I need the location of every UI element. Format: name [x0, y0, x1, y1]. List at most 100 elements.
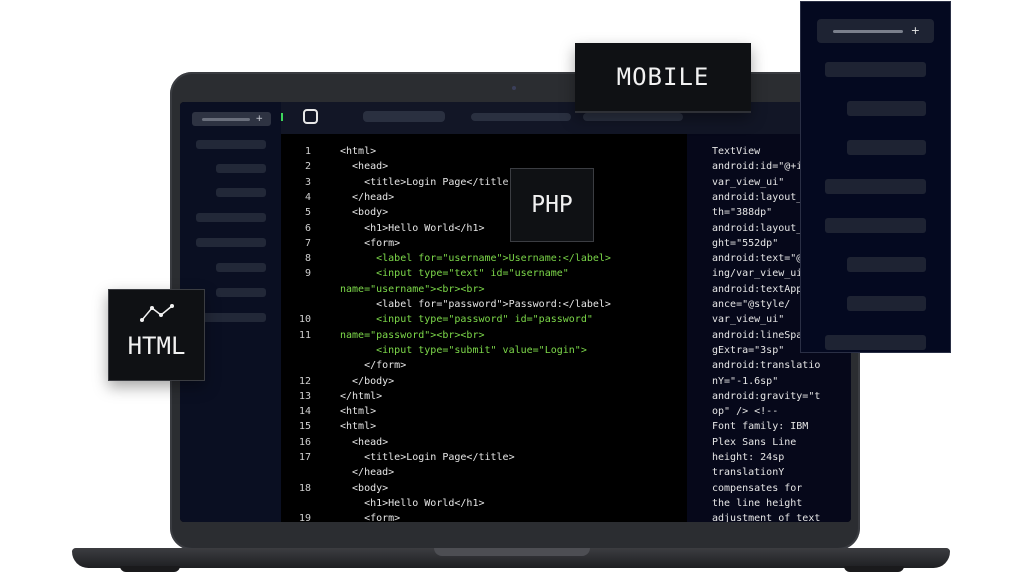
code-line: <input type="text" id="username" — [340, 268, 569, 280]
plus-icon: + — [255, 114, 263, 124]
mobile-item[interactable] — [847, 140, 926, 155]
xml-line: the line height — [712, 497, 803, 509]
code-line: <head> — [340, 436, 389, 448]
plus-icon: + — [910, 24, 920, 37]
code-line: <title>Login Page</title> — [340, 452, 515, 463]
code-line: <label for="password">Password:</label> — [340, 299, 611, 310]
code-line: <html> — [340, 421, 377, 433]
code-line: name="username"><br><br> — [340, 283, 485, 295]
line-number: 1 — [304, 146, 311, 157]
code-line: <body> — [340, 482, 389, 494]
code-line: <input type="submit" value="Login"> — [340, 344, 587, 356]
sidebar-item[interactable] — [196, 238, 266, 247]
line-number: 17 — [298, 452, 311, 463]
line-number: 11 — [298, 329, 311, 341]
mobile-item[interactable] — [847, 296, 926, 311]
laptop-notch — [434, 548, 590, 556]
xml-line: android:id="@+i — [712, 161, 803, 173]
line-number: 9 — [304, 268, 311, 280]
xml-line: gExtra="3sp" — [712, 344, 785, 356]
code-line: <label for="username">Username:</label> — [340, 253, 611, 265]
code-line: <form> — [340, 237, 401, 249]
code-line: </html> — [340, 390, 383, 402]
code-line: </head> — [340, 467, 395, 479]
xml-line: android:text="@ — [712, 253, 803, 265]
toolbar-tab[interactable] — [583, 113, 683, 121]
code-line: </form> — [340, 360, 407, 372]
code-line: <head> — [340, 161, 389, 173]
xml-line: th="388dp" — [712, 207, 773, 219]
code-line: <h1>Hello World</h1> — [340, 497, 485, 509]
line-number: 16 — [298, 436, 311, 448]
toolbar-tab[interactable] — [471, 113, 571, 121]
html-badge-text: HTML — [127, 332, 186, 360]
line-number: 6 — [304, 222, 311, 234]
sidebar-item[interactable] — [196, 313, 266, 322]
xml-line: android:lineSpa — [712, 329, 803, 341]
mobile-item[interactable] — [825, 179, 926, 194]
xml-line: var_view_ui" — [712, 314, 785, 326]
xml-line: android:layout_ — [712, 222, 803, 234]
code-line: <title>Login Page</title — [340, 176, 509, 188]
line-number: 18 — [298, 482, 311, 494]
xml-line: android:textApp — [712, 283, 803, 295]
code-line: <h1>Hello World</h1> — [340, 222, 485, 234]
code-line: <html> — [340, 146, 377, 157]
sidebar-item[interactable] — [216, 288, 266, 297]
xml-line: ing/var_view_ui — [712, 268, 803, 280]
square-icon[interactable] — [303, 109, 318, 124]
mobile-new-button-placeholder — [833, 30, 903, 33]
mobile-sidebar-panel: + — [801, 2, 950, 352]
mobile-item[interactable] — [825, 218, 926, 233]
xml-line: ance="@style/ — [712, 299, 791, 310]
code-editor[interactable]: 1 <html> 2 <head> 3 <title>Login Page</titl… — [281, 134, 687, 522]
line-number: 15 — [298, 421, 311, 433]
sidebar-item[interactable] — [216, 263, 266, 272]
toolbar-tab[interactable] — [363, 111, 445, 122]
xml-line: TextView — [712, 146, 761, 157]
code-line: <body> — [340, 207, 389, 219]
xml-line: op" /> <!-- — [712, 406, 779, 418]
php-badge-text: PHP — [531, 192, 573, 218]
mobile-item[interactable] — [847, 101, 926, 116]
code-line: </body> — [340, 375, 395, 387]
xml-line: height: 24sp — [712, 452, 785, 463]
mobile-item[interactable] — [847, 257, 926, 272]
sidebar-item[interactable] — [196, 140, 266, 149]
sidebar-item[interactable] — [196, 213, 266, 222]
mobile-badge: MOBILE — [575, 43, 751, 113]
line-chart-icon — [140, 304, 174, 322]
code-line: <form> — [340, 513, 401, 522]
code-line: <input type="password" id="password" — [340, 314, 593, 326]
code-line: name="password"><br><br> — [340, 329, 485, 341]
camera-dot — [512, 86, 516, 90]
line-number: 19 — [298, 513, 311, 522]
xml-line: android:translatio — [712, 360, 821, 372]
xml-line: android:layout_ — [712, 191, 803, 203]
line-number: 12 — [298, 375, 311, 387]
status-indicator — [281, 113, 283, 121]
code-line: </head> — [340, 191, 395, 203]
xml-line: var_view_ui" — [712, 176, 785, 188]
line-number: 14 — [298, 406, 311, 418]
xml-line: android:gravity="t — [712, 390, 821, 402]
line-number: 5 — [304, 207, 311, 219]
html-badge: HTML — [108, 289, 205, 381]
editor-toolbar — [281, 102, 851, 134]
mobile-item[interactable] — [825, 335, 926, 350]
mobile-badge-text: MOBILE — [616, 63, 710, 91]
line-number: 4 — [304, 191, 311, 203]
line-number: 8 — [304, 253, 311, 265]
line-number: 10 — [298, 314, 311, 326]
line-number: 3 — [304, 176, 311, 188]
sidebar-item[interactable] — [216, 188, 266, 197]
line-number: 13 — [298, 390, 311, 402]
sidebar-new-button[interactable]: + — [192, 112, 271, 126]
php-badge: PHP — [510, 168, 594, 242]
mobile-item[interactable] — [825, 62, 926, 77]
xml-line: ght="552dp" — [712, 237, 779, 249]
sidebar-item[interactable] — [216, 164, 266, 173]
xml-line: compensates for — [712, 482, 803, 494]
xml-line: nY="-1.6sp" — [712, 375, 779, 387]
mobile-new-button[interactable]: + — [817, 19, 934, 43]
